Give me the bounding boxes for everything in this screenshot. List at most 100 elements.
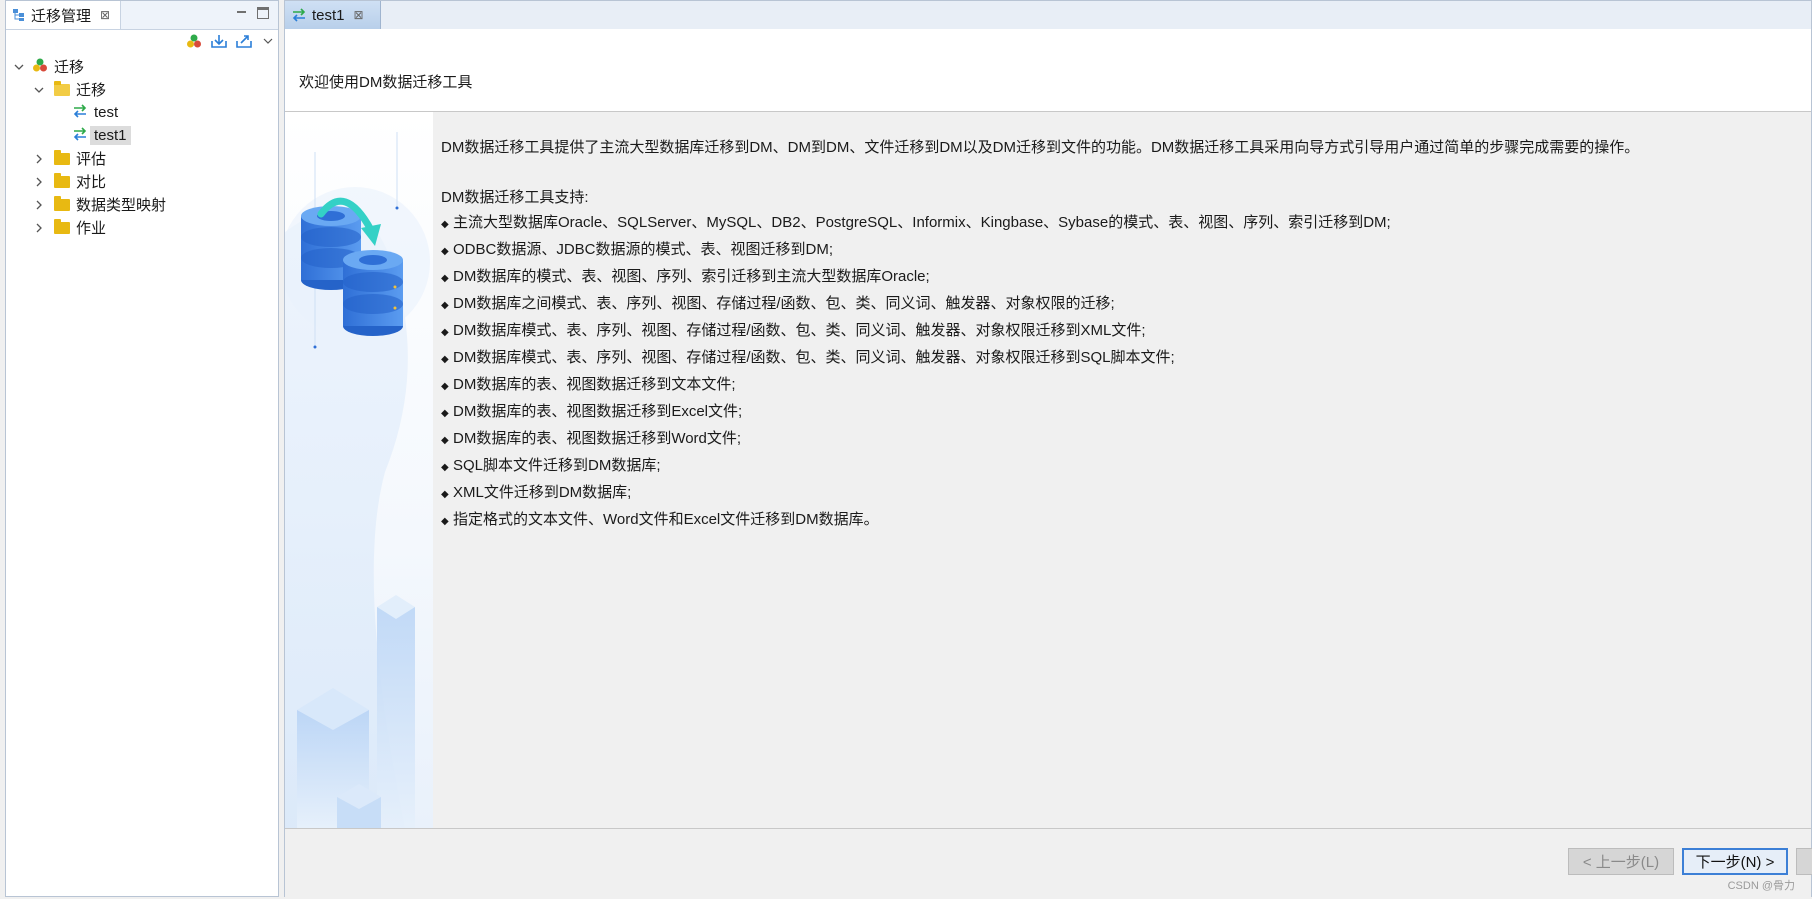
- import-button[interactable]: [209, 31, 229, 51]
- list-item: ◆ DM数据库模式、表、序列、视图、存储过程/函数、包、类、同义词、触发器、对象权…: [441, 345, 1791, 372]
- bullet-icon: ◆: [441, 516, 449, 527]
- list-item: ◆ SQL脚本文件迁移到DM数据库;: [441, 453, 1791, 480]
- bullet-icon: ◆: [441, 408, 449, 419]
- list-item-text: ODBC数据源、JDBC数据源的模式、表、视图迁移到DM;: [453, 241, 834, 258]
- tree-folder-compare[interactable]: 对比: [6, 170, 278, 193]
- folder-icon: [54, 195, 70, 211]
- list-item: ◆ 主流大型数据库Oracle、SQLServer、MySQL、DB2、Postg…: [441, 210, 1791, 237]
- folder-icon: [54, 218, 70, 234]
- maximize-button[interactable]: [257, 7, 269, 19]
- chevron-down-icon: [263, 38, 273, 44]
- bullet-icon: ◆: [441, 462, 449, 473]
- tree-folder-label: 作业: [76, 220, 107, 237]
- list-item: ◆ DM数据库的模式、表、视图、序列、索引迁移到主流大型数据库Oracle;: [441, 264, 1791, 291]
- tree-folder-label: 迁移: [76, 82, 107, 99]
- list-item: ◆ DM数据库模式、表、序列、视图、存储过程/函数、包、类、同义词、触发器、对象权…: [441, 318, 1791, 345]
- wizard-illustration: [280, 112, 433, 828]
- tree-folder-label: 对比: [76, 174, 107, 191]
- migration-view-icon: [13, 9, 24, 21]
- list-item: ◆ DM数据库的表、视图数据迁移到文本文件;: [441, 372, 1791, 399]
- wizard-content: DM数据迁移工具提供了主流大型数据库迁移到DM、DM到DM、文件迁移到DM以及D…: [441, 135, 1791, 534]
- list-item: ◆ 指定格式的文本文件、Word文件和Excel文件迁移到DM数据库。: [441, 507, 1791, 534]
- close-icon[interactable]: ⊠: [100, 8, 110, 22]
- bullet-icon: ◆: [441, 300, 449, 311]
- export-icon: [236, 35, 252, 48]
- list-item: ◆ ODBC数据源、JDBC数据源的模式、表、视图迁移到DM;: [441, 237, 1791, 264]
- wizard-footer: < 上一步(L) 下一步(N) > CSDN @骨力: [285, 828, 1812, 899]
- list-item-text: DM数据库模式、表、序列、视图、存储过程/函数、包、类、同义词、触发器、对象权限…: [453, 349, 1175, 366]
- export-button[interactable]: [234, 31, 254, 51]
- cluster-icon: [187, 34, 201, 48]
- chevron-right-icon[interactable]: [32, 198, 46, 212]
- list-item: ◆ DM数据库的表、视图数据迁移到Word文件;: [441, 426, 1791, 453]
- migration-arrows-icon: [72, 103, 88, 122]
- wizard-title: 欢迎使用DM数据迁移工具: [299, 74, 473, 91]
- list-item-text: DM数据库模式、表、序列、视图、存储过程/函数、包、类、同义词、触发器、对象权限…: [453, 322, 1146, 339]
- tree-folder-type-mapping[interactable]: 数据类型映射: [6, 193, 278, 216]
- finish-button[interactable]: [1796, 848, 1812, 875]
- tree-folder-evaluate[interactable]: 评估: [6, 147, 278, 170]
- next-button[interactable]: 下一步(N) >: [1682, 848, 1788, 875]
- bullet-icon: ◆: [441, 219, 449, 230]
- folder-open-icon: [54, 80, 70, 96]
- minimize-button[interactable]: [236, 7, 248, 19]
- tree-item-label: test: [94, 104, 119, 121]
- watermark: CSDN @骨力: [1727, 880, 1795, 892]
- migration-arrows-icon: [72, 126, 88, 145]
- tree-item-test1[interactable]: test1: [6, 124, 278, 147]
- chevron-right-icon[interactable]: [32, 175, 46, 189]
- tab-test1[interactable]: test1 ⊠: [285, 1, 381, 29]
- list-item-text: DM数据库的表、视图数据迁移到文本文件;: [453, 376, 736, 393]
- bullet-icon: ◆: [441, 489, 449, 500]
- folder-icon: [54, 172, 70, 188]
- list-item-text: XML文件迁移到DM数据库;: [453, 484, 632, 501]
- list-item: ◆ DM数据库之间模式、表、序列、视图、存储过程/函数、包、类、同义词、触发器、对…: [441, 291, 1791, 318]
- close-icon[interactable]: ⊠: [354, 8, 364, 22]
- bullet-icon: ◆: [441, 435, 449, 446]
- tree-folder-jobs[interactable]: 作业: [6, 216, 278, 239]
- editor-tabbar: test1 ⊠: [285, 1, 1811, 30]
- list-item: ◆ DM数据库的表、视图数据迁移到Excel文件;: [441, 399, 1791, 426]
- list-item-text: DM数据库之间模式、表、序列、视图、存储过程/函数、包、类、同义词、触发器、对象…: [453, 295, 1115, 312]
- bullet-icon: ◆: [441, 273, 449, 284]
- support-title: DM数据迁移工具支持:: [441, 189, 589, 206]
- panel-toolbar: [6, 31, 278, 53]
- bullet-icon: ◆: [441, 381, 449, 392]
- tree-folder-migration[interactable]: 迁移: [6, 78, 278, 101]
- tree-item-test[interactable]: test: [6, 101, 278, 124]
- chevron-right-icon[interactable]: [32, 221, 46, 235]
- tree-root[interactable]: 迁移: [6, 55, 278, 78]
- list-item-text: DM数据库的表、视图数据迁移到Excel文件;: [453, 403, 743, 420]
- list-item-text: DM数据库的表、视图数据迁移到Word文件;: [453, 430, 742, 447]
- tab-label: 迁移管理: [31, 7, 92, 25]
- list-item: ◆ XML文件迁移到DM数据库;: [441, 480, 1791, 507]
- bullet-icon: ◆: [441, 246, 449, 257]
- tree-folder-label: 数据类型映射: [76, 197, 167, 214]
- intro-text: DM数据迁移工具提供了主流大型数据库迁移到DM、DM到DM、文件迁移到DM以及D…: [441, 139, 1640, 156]
- migration-wizard-editor: test1 ⊠ 欢迎使用DM数据迁移工具 DM数据迁移工具提供了主流大型数据库迁…: [280, 0, 1812, 899]
- back-button[interactable]: < 上一步(L): [1568, 848, 1674, 875]
- tree-root-label: 迁移: [54, 59, 85, 76]
- folder-icon: [54, 149, 70, 165]
- tree-folder-label: 评估: [76, 151, 107, 168]
- tab-label: test1: [312, 6, 345, 24]
- database-migration-illustration: [280, 132, 430, 828]
- wizard-header: 欢迎使用DM数据迁移工具: [285, 29, 1811, 112]
- view-menu-button[interactable]: [258, 31, 278, 51]
- new-migration-button[interactable]: [184, 31, 204, 51]
- list-item-text: DM数据库的模式、表、视图、序列、索引迁移到主流大型数据库Oracle;: [453, 268, 930, 285]
- list-item-text: SQL脚本文件迁移到DM数据库;: [453, 457, 661, 474]
- list-item-text: 指定格式的文本文件、Word文件和Excel文件迁移到DM数据库。: [453, 511, 879, 528]
- tab-migration-management[interactable]: 迁移管理 ⊠: [6, 1, 122, 29]
- chevron-right-icon[interactable]: [32, 152, 46, 166]
- support-list: ◆ 主流大型数据库Oracle、SQLServer、MySQL、DB2、Postg…: [441, 210, 1791, 534]
- panel-tabbar: 迁移管理 ⊠: [6, 1, 278, 30]
- migration-management-panel: 迁移管理 ⊠ 迁移 迁移 test test1 评估 对比 数据类型映射 作业: [5, 0, 279, 897]
- bullet-icon: ◆: [441, 327, 449, 338]
- import-icon: [211, 35, 227, 48]
- migration-tree: 迁移 迁移 test test1 评估 对比 数据类型映射 作业: [6, 55, 278, 239]
- migration-arrows-icon: [292, 8, 306, 22]
- tree-item-label: test1: [90, 126, 131, 145]
- chevron-down-icon[interactable]: [32, 83, 46, 97]
- chevron-down-icon[interactable]: [12, 60, 26, 74]
